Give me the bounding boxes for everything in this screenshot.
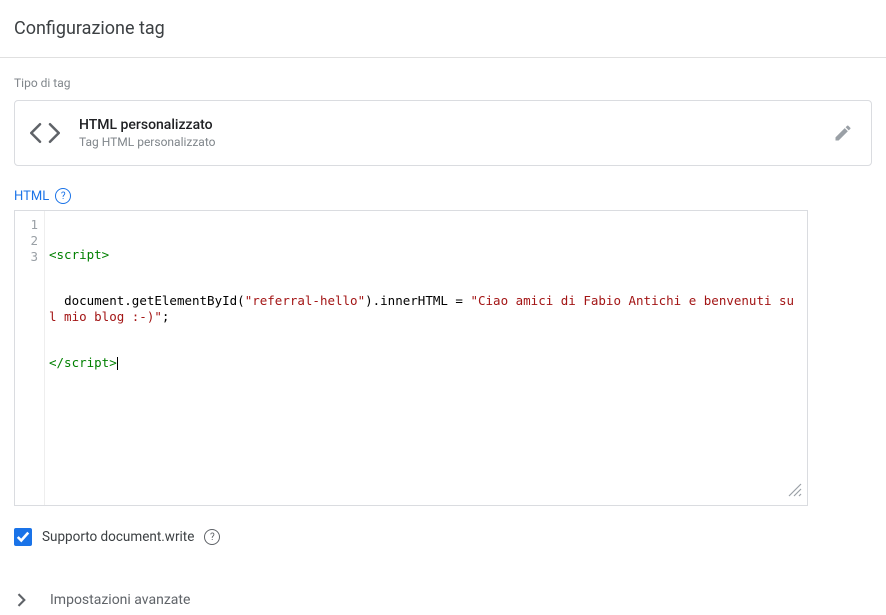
chevron-right-icon [14,593,30,607]
advanced-settings-label: Impostazioni avanzate [50,592,190,608]
document-write-label: Supporto document.write [42,529,194,545]
page-title: Configurazione tag [14,18,872,39]
editor-content[interactable]: <script> document.getElementById("referr… [45,211,807,505]
tag-type-subtitle: Tag HTML personalizzato [79,135,811,149]
gutter-line: 3 [15,249,38,265]
tag-type-section-label: Tipo di tag [14,76,872,90]
resize-handle-icon[interactable] [787,482,803,501]
document-write-option: Supporto document.write ? [14,528,872,546]
tag-type-card[interactable]: HTML personalizzato Tag HTML personalizz… [14,100,872,166]
tag-type-info: HTML personalizzato Tag HTML personalizz… [79,117,811,149]
code-line-2: document.getElementById("referral-hello"… [49,293,801,325]
document-write-checkbox[interactable] [14,528,32,546]
tag-type-title: HTML personalizzato [79,117,811,133]
gutter-line: 1 [15,217,38,233]
html-code-editor[interactable]: 1 2 3 <script> document.getElementById("… [14,210,808,506]
html-editor-label-row: HTML ? [14,188,872,204]
edit-pencil-icon[interactable] [829,119,857,147]
help-icon[interactable]: ? [204,529,220,545]
html-editor-label: HTML [14,189,49,204]
help-icon[interactable]: ? [55,188,71,204]
code-icon [29,117,61,149]
code-line-1: <script> [49,247,801,263]
advanced-settings-toggle[interactable]: Impostazioni avanzate [14,586,872,614]
content-area: Tipo di tag HTML personalizzato Tag HTML… [0,58,886,614]
editor-gutter: 1 2 3 [15,211,45,505]
code-line-3: </script> [49,355,801,371]
gutter-line: 2 [15,233,38,249]
page-header: Configurazione tag [0,0,886,58]
